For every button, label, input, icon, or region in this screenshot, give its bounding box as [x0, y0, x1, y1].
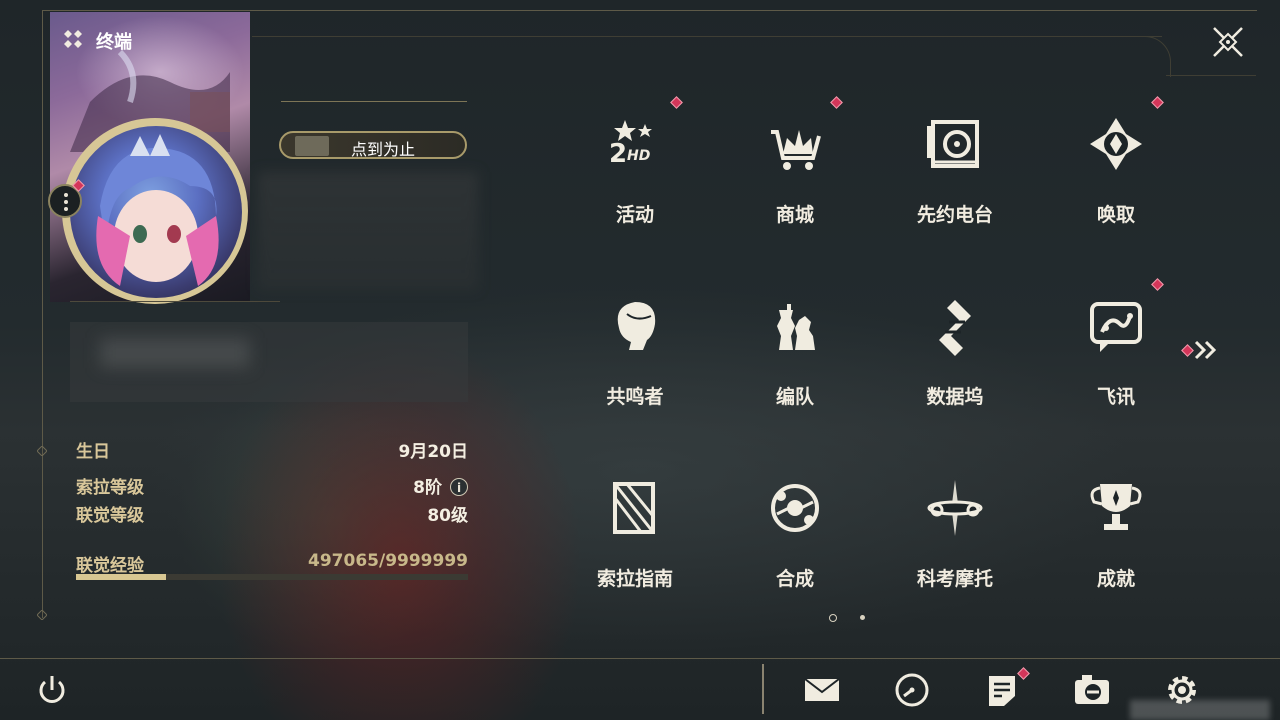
more-dot-icon: [64, 207, 68, 211]
tile-label: 合成: [775, 568, 814, 590]
tile-label: 先约电台: [916, 204, 993, 226]
tile-data-bank[interactable]: 数据坞: [875, 276, 1035, 426]
tile-synthesis[interactable]: 合成: [715, 458, 875, 608]
tile-trophy[interactable]: 成就: [1036, 458, 1196, 608]
union-exp-row: 联觉经验 497065/9999999: [76, 551, 468, 576]
birthday-value: 9月20日: [398, 442, 469, 462]
next-page-arrow-icon[interactable]: [1190, 338, 1222, 362]
title-badge[interactable]: 点到为止: [279, 131, 467, 159]
tile-resonator[interactable]: 共鸣者: [555, 276, 715, 426]
clock-button[interactable]: [892, 670, 932, 710]
avatar[interactable]: [70, 126, 242, 298]
guide-book-icon: [613, 482, 655, 534]
tile-label: 成就: [1096, 568, 1135, 590]
notes-icon: [989, 676, 1015, 706]
union-exp-progress-fill: [76, 574, 166, 580]
frame-inner-line: [252, 36, 1162, 37]
team-chess-icon: [777, 304, 815, 350]
union-level-row: 联觉等级 80级: [76, 501, 468, 526]
data-bank-icon: [939, 300, 971, 356]
frame-curve-line: [1166, 75, 1256, 76]
svg-text:HD: HD: [627, 148, 650, 164]
union-exp-label: 联觉经验: [76, 556, 144, 576]
resonator-icon: [617, 302, 656, 350]
tile-label: 共鸣者: [606, 386, 664, 408]
birthday-row: 生日 9月20日: [76, 437, 469, 462]
rail-diamond-icon: [37, 610, 47, 620]
tile-label: 唤取: [1096, 204, 1135, 226]
motorcycle-icon: [927, 480, 983, 536]
frame-left-rail: [42, 10, 43, 618]
bottom-bar-divider: [762, 664, 764, 714]
tile-motorcycle[interactable]: 科考摩托: [875, 458, 1035, 608]
trophy-icon: [1090, 484, 1142, 530]
shop-cart-icon: [771, 130, 821, 170]
more-dot-icon: [64, 200, 68, 204]
mail-icon: [804, 678, 840, 701]
more-dot-icon: [64, 193, 68, 197]
info-icon[interactable]: i: [450, 478, 468, 496]
union-level-value: 80级: [427, 506, 468, 526]
synthesis-icon: [771, 484, 819, 532]
frame-top-line: [42, 10, 1257, 11]
page-indicator-1[interactable]: [829, 614, 837, 622]
union-level-label: 联觉等级: [76, 506, 144, 526]
avatar-portrait: [96, 134, 219, 286]
terminal-diamond-icon: [64, 30, 82, 48]
camera-button[interactable]: [1072, 670, 1112, 710]
tile-notification-badge: [1151, 278, 1164, 291]
title-badge-label: 点到为止: [351, 140, 416, 159]
svg-text:2: 2: [609, 139, 627, 169]
tile-radio[interactable]: 先约电台: [875, 94, 1035, 244]
tile-notification-badge: [830, 96, 843, 109]
notes-button[interactable]: [982, 670, 1022, 710]
clock-icon: [895, 673, 929, 707]
tile-guide-book[interactable]: 索拉指南: [555, 458, 715, 608]
radio-icon: [927, 120, 979, 168]
watermark: [1130, 700, 1270, 720]
bottom-bar-line: [0, 658, 1280, 659]
tile-convene[interactable]: 唤取: [1036, 94, 1196, 244]
convene-icon: [1090, 118, 1142, 170]
blurred-uid-area: [258, 172, 478, 290]
blurred-signature-text: [100, 338, 250, 368]
tile-label: 活动: [615, 204, 654, 226]
tile-team-chess[interactable]: 编队: [715, 276, 875, 426]
power-button[interactable]: [32, 670, 72, 710]
birthday-label: 生日: [76, 442, 110, 462]
page-indicator-2[interactable]: [860, 615, 865, 620]
tile-label: 数据坞: [926, 386, 984, 408]
tile-events-2hd[interactable]: 2 HD 活动: [555, 94, 715, 244]
tile-notification-badge: [1151, 96, 1164, 109]
blurred-signature-box: [70, 322, 468, 402]
close-icon: [1213, 27, 1243, 57]
tile-notification-badge: [670, 96, 683, 109]
events-2hd-icon: 2 HD: [609, 120, 652, 169]
tile-label: 索拉指南: [596, 568, 673, 590]
tile-label: 飞讯: [1096, 386, 1135, 408]
tile-label: 编队: [775, 386, 814, 408]
tile-label: 商城: [775, 204, 814, 226]
sola-level-value: 8阶: [413, 478, 442, 498]
sola-level-label: 索拉等级: [76, 478, 144, 498]
tile-message[interactable]: 飞讯: [1036, 276, 1196, 426]
message-icon: [1090, 302, 1142, 352]
profile-divider: [70, 301, 280, 302]
camera-icon: [1075, 675, 1109, 704]
title-divider: [281, 101, 467, 102]
union-exp-progress-bar: [76, 574, 468, 580]
tile-shop-cart[interactable]: 商城: [715, 94, 875, 244]
sola-level-value-wrap: 8阶 i: [413, 473, 468, 498]
tile-label: 科考摩托: [916, 568, 993, 590]
union-exp-value: 497065/9999999: [308, 551, 468, 571]
rail-diamond-icon: [37, 446, 47, 456]
mail-button[interactable]: [802, 670, 842, 710]
profile-name: 终端: [96, 32, 132, 53]
title-badge-thumbnail: [295, 136, 329, 156]
sola-level-row: 索拉等级 8阶 i: [76, 473, 468, 498]
power-icon: [39, 676, 65, 703]
close-button[interactable]: [1206, 20, 1250, 64]
